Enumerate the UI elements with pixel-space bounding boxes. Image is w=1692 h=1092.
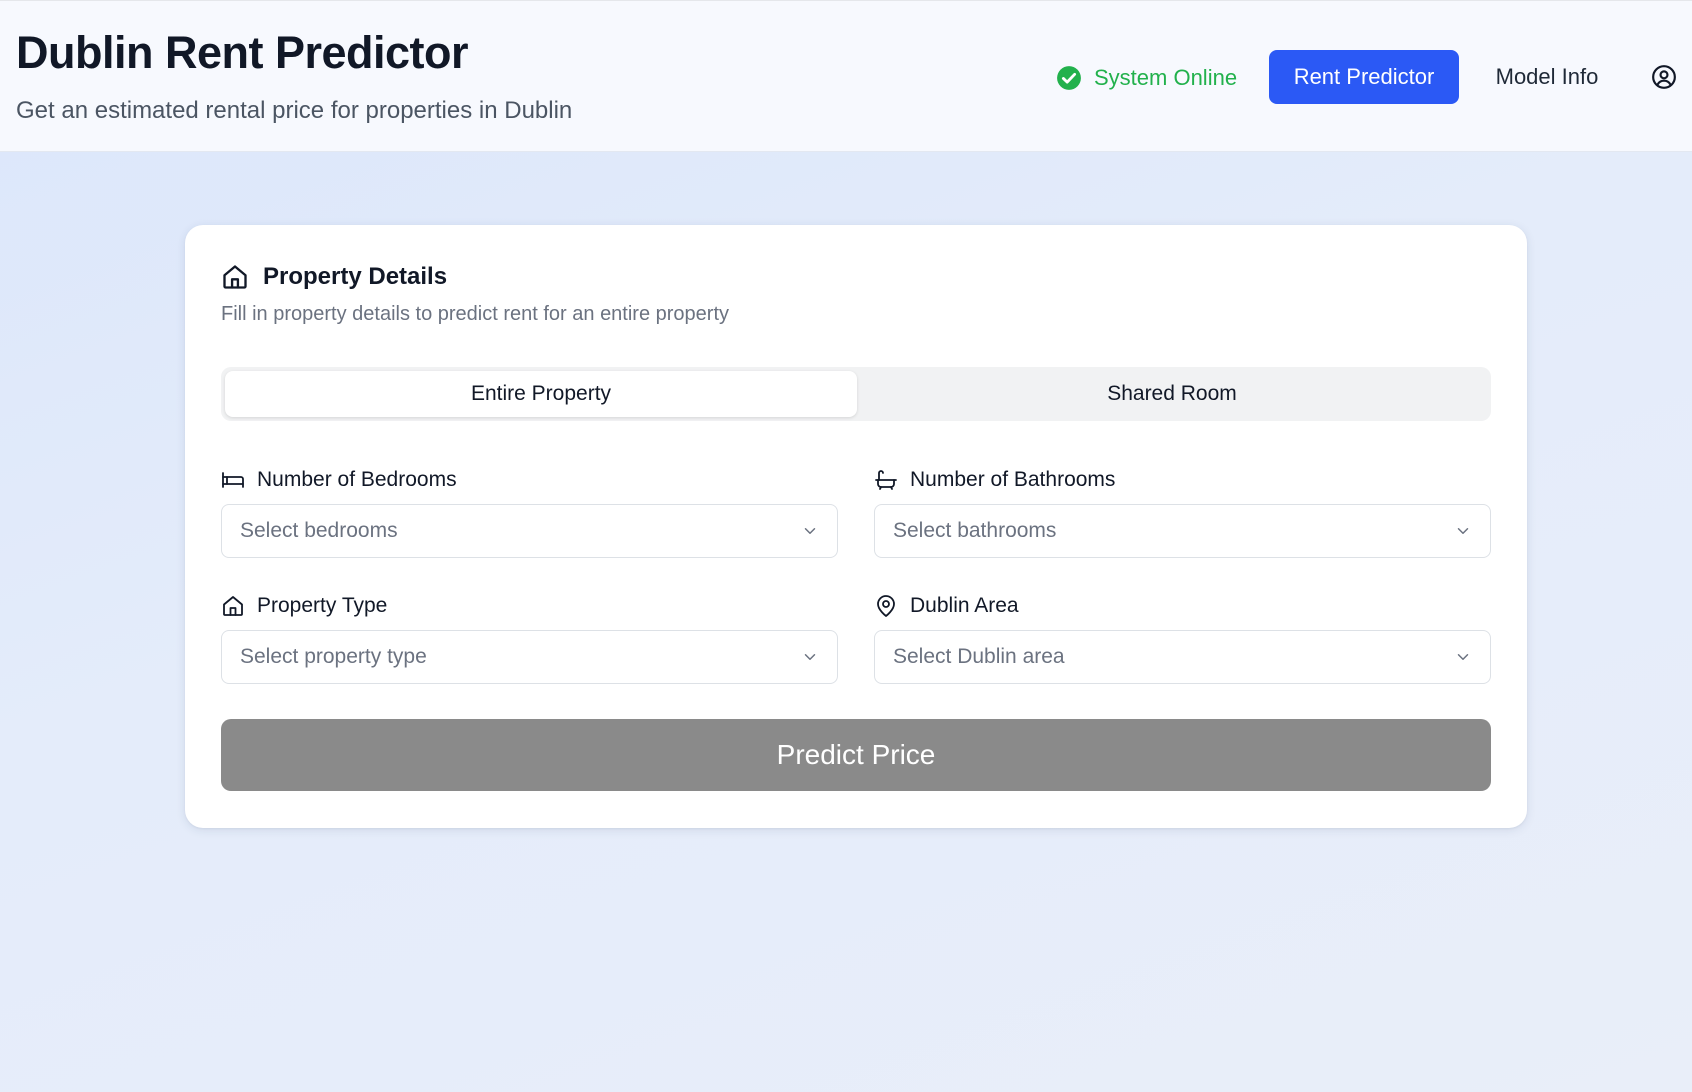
rent-predictor-nav-button[interactable]: Rent Predictor bbox=[1269, 50, 1459, 104]
property-mode-tabs: Entire Property Shared Room bbox=[221, 367, 1491, 421]
status-text: System Online bbox=[1094, 65, 1238, 90]
property-type-select[interactable]: Select property type bbox=[221, 630, 838, 684]
bathrooms-select[interactable]: Select bathrooms bbox=[874, 504, 1491, 558]
user-account-button[interactable] bbox=[1650, 63, 1678, 91]
chevron-down-icon bbox=[804, 528, 816, 534]
model-info-nav-link[interactable]: Model Info bbox=[1476, 50, 1618, 104]
card-description: Fill in property details to predict rent… bbox=[221, 303, 730, 325]
property-type-placeholder: Select property type bbox=[240, 645, 427, 668]
app-title: Dublin Rent Predictor bbox=[16, 27, 469, 78]
bath-icon bbox=[875, 470, 897, 490]
map-pin-icon bbox=[877, 595, 895, 617]
bedrooms-placeholder: Select bedrooms bbox=[240, 519, 398, 542]
bedrooms-label-text: Number of Bedrooms bbox=[257, 468, 457, 491]
bedrooms-select[interactable]: Select bedrooms bbox=[221, 504, 838, 558]
dublin-area-label: Dublin Area bbox=[874, 592, 1019, 620]
user-circle-icon bbox=[1652, 65, 1676, 89]
dublin-area-label-text: Dublin Area bbox=[910, 594, 1019, 617]
property-details-card: Property Details Fill in property detail… bbox=[185, 225, 1527, 828]
dublin-area-placeholder: Select Dublin area bbox=[893, 645, 1065, 668]
app-header: Dublin Rent Predictor Get an estimated r… bbox=[0, 0, 1692, 152]
bathrooms-placeholder: Select bathrooms bbox=[893, 519, 1057, 542]
property-type-label: Property Type bbox=[221, 592, 387, 620]
tab-shared-room[interactable]: Shared Room bbox=[857, 371, 1487, 417]
bedrooms-label: Number of Bedrooms bbox=[221, 466, 457, 494]
chevron-down-icon bbox=[1457, 654, 1469, 660]
card-title-text: Property Details bbox=[263, 263, 448, 290]
chevron-down-icon bbox=[1457, 528, 1469, 534]
property-type-label-text: Property Type bbox=[257, 594, 388, 617]
bathrooms-label: Number of Bathrooms bbox=[874, 466, 1115, 494]
home-icon bbox=[223, 265, 247, 289]
chevron-down-icon bbox=[804, 654, 816, 660]
dublin-area-select[interactable]: Select Dublin area bbox=[874, 630, 1491, 684]
app-subtitle: Get an estimated rental price for proper… bbox=[16, 97, 573, 124]
bathrooms-label-text: Number of Bathrooms bbox=[910, 468, 1116, 491]
card-title: Property Details bbox=[221, 261, 447, 293]
system-status: System Online bbox=[1056, 63, 1237, 93]
tab-entire-property[interactable]: Entire Property bbox=[225, 371, 857, 417]
bed-icon bbox=[222, 472, 244, 488]
check-circle-icon bbox=[1057, 66, 1081, 90]
home-icon bbox=[223, 596, 243, 616]
predict-price-button[interactable]: Predict Price bbox=[221, 719, 1491, 791]
